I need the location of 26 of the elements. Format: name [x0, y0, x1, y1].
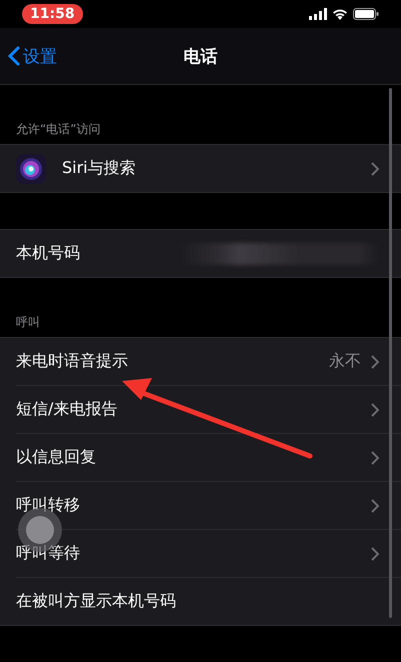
siri-icon — [16, 154, 46, 184]
row-label: 本机号码 — [16, 243, 81, 264]
chevron-icon — [371, 498, 379, 512]
chevron-icon — [371, 162, 379, 176]
page-title: 电话 — [184, 46, 218, 66]
signal-icon — [309, 8, 327, 20]
back-button[interactable]: 设置 — [0, 44, 63, 68]
row-label: 来电时语音提示 — [16, 351, 129, 372]
chevron-icon — [371, 354, 379, 368]
row-label: 呼叫等待 — [16, 543, 81, 564]
row-label: Siri与搜索 — [62, 158, 137, 179]
chevron-icon — [371, 402, 379, 416]
section-header: 允许“电话”访问 — [16, 122, 100, 136]
settings-row[interactable]: 来电时语音提示 永不 — [16, 338, 401, 385]
row-label: 以信息回复 — [16, 447, 97, 468]
section-header: 呼叫 — [16, 315, 40, 329]
chevron-icon — [371, 450, 379, 464]
wifi-icon — [332, 8, 348, 20]
row-label: 短信/来电报告 — [16, 399, 118, 420]
battery-icon — [353, 8, 379, 20]
row-label: 呼叫转移 — [16, 495, 81, 516]
chevron-icon — [371, 546, 379, 560]
status-time: 11:58 — [22, 4, 83, 24]
row-value: 永不 — [329, 351, 361, 372]
row-label: 在被叫方显示本机号码 — [16, 591, 177, 612]
back-chevron-icon — [8, 46, 20, 66]
